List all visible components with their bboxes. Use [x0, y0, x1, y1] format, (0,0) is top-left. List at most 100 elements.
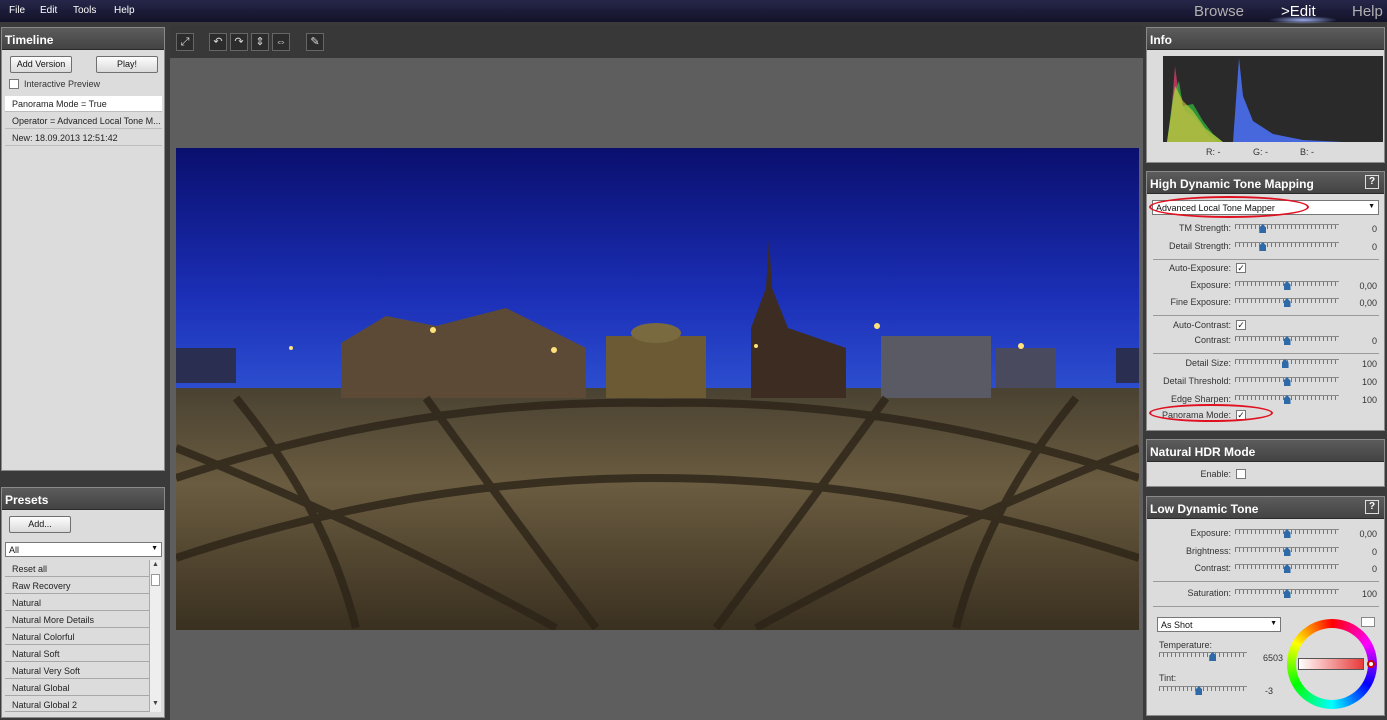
color-wheel-indicator — [1298, 658, 1364, 670]
scroll-up-icon[interactable]: ▲ — [151, 561, 160, 572]
detail-strength-label: Detail Strength: — [1168, 241, 1231, 251]
menu-bar: File Edit Tools Help Browse >Edit Help — [0, 0, 1387, 24]
auto-contrast-label: Auto-Contrast: — [1172, 320, 1231, 330]
divider — [1153, 353, 1379, 354]
menu-tools[interactable]: Tools — [73, 5, 96, 16]
color-wheel-handle[interactable] — [1367, 660, 1375, 668]
preset-filter-value: All — [9, 545, 20, 555]
ldt-contrast-slider[interactable] — [1235, 563, 1339, 573]
rotate-right-icon[interactable]: ↷ — [230, 33, 248, 51]
white-swatch[interactable] — [1361, 617, 1375, 627]
preset-item[interactable]: Natural — [5, 594, 149, 611]
natural-hdr-enable-checkbox[interactable] — [1236, 469, 1246, 479]
detail-strength-slider[interactable] — [1235, 241, 1339, 251]
detail-threshold-value: 100 — [1361, 377, 1377, 387]
chevron-down-icon: ▼ — [1368, 203, 1375, 210]
white-balance-select[interactable]: As Shot ▼ — [1157, 617, 1281, 632]
timeline-entry[interactable]: Operator = Advanced Local Tone M... — [5, 113, 162, 129]
ldt-title: Low Dynamic Tone ? — [1147, 497, 1384, 519]
auto-exposure-label: Auto-Exposure: — [1168, 263, 1231, 273]
timeline-panel: Timeline Add Version Play! Interactive P… — [1, 27, 165, 471]
tm-strength-value: 0 — [1371, 224, 1377, 234]
ldt-exposure-slider[interactable] — [1235, 528, 1339, 538]
presets-title: Presets — [2, 488, 164, 510]
auto-exposure-checkbox[interactable]: ✓ — [1236, 263, 1246, 273]
blue-channel-readout: B: - — [1300, 147, 1315, 157]
timeline-title: Timeline — [2, 28, 164, 50]
contrast-slider[interactable] — [1235, 335, 1339, 345]
exposure-slider[interactable] — [1235, 280, 1339, 290]
preset-item[interactable]: Natural Soft — [5, 645, 149, 662]
edge-sharpen-slider[interactable] — [1235, 394, 1339, 404]
preset-item[interactable]: Natural Global 2 — [5, 696, 149, 712]
hdtm-panel: High Dynamic Tone Mapping ? Advanced Loc… — [1146, 171, 1385, 431]
natural-hdr-title: Natural HDR Mode — [1147, 440, 1384, 462]
detail-threshold-slider[interactable] — [1235, 376, 1339, 386]
edge-sharpen-value: 100 — [1361, 395, 1377, 405]
interactive-preview-checkbox[interactable] — [9, 79, 19, 89]
fine-exposure-slider[interactable] — [1235, 297, 1339, 307]
tint-value: -3 — [1264, 686, 1273, 696]
preset-item[interactable]: Raw Recovery — [5, 577, 149, 594]
saturation-label: Saturation: — [1187, 588, 1231, 598]
histogram — [1163, 56, 1383, 142]
eyedropper-icon[interactable]: ✎ — [306, 33, 324, 51]
preset-filter-select[interactable]: All ▼ — [5, 542, 162, 557]
preset-item[interactable]: Natural Colorful — [5, 628, 149, 645]
tm-strength-slider[interactable] — [1235, 223, 1339, 233]
auto-contrast-checkbox[interactable]: ✓ — [1236, 320, 1246, 330]
add-version-button[interactable]: Add Version — [10, 56, 72, 73]
help-icon[interactable]: ? — [1365, 500, 1379, 514]
exposure-label: Exposure: — [1190, 280, 1231, 290]
ldt-exposure-value: 0,00 — [1359, 529, 1377, 539]
temperature-label: Temperature: — [1159, 640, 1213, 650]
preset-item[interactable]: Natural Very Soft — [5, 662, 149, 679]
menu-edit[interactable]: Edit — [40, 5, 57, 16]
mode-browse[interactable]: Browse — [1194, 3, 1244, 20]
flip-vertical-icon[interactable]: ⇕ — [251, 33, 269, 51]
edge-sharpen-label: Edge Sharpen: — [1170, 394, 1231, 404]
tint-slider[interactable] — [1159, 685, 1247, 695]
preset-item[interactable]: Natural Global — [5, 679, 149, 696]
detail-size-slider[interactable] — [1235, 358, 1339, 368]
flip-horizontal-icon[interactable]: ⇔ — [272, 33, 290, 51]
menu-help[interactable]: Help — [114, 5, 135, 16]
ldt-contrast-value: 0 — [1371, 564, 1377, 574]
preset-item[interactable]: Natural More Details — [5, 611, 149, 628]
play-button[interactable]: Play! — [96, 56, 158, 73]
divider — [1153, 259, 1379, 260]
ldt-exposure-label: Exposure: — [1190, 528, 1231, 538]
temperature-value: 6503 — [1262, 653, 1283, 663]
preset-item[interactable]: Reset all — [5, 560, 149, 577]
temperature-slider[interactable] — [1159, 651, 1247, 661]
mode-help[interactable]: Help — [1352, 3, 1383, 20]
presets-panel: Presets Add... All ▼ Reset all Raw Recov… — [1, 487, 165, 718]
exposure-value: 0,00 — [1359, 281, 1377, 291]
green-channel-readout: G: - — [1253, 147, 1268, 157]
fit-view-icon[interactable]: ⤢ — [176, 33, 194, 51]
color-wheel[interactable] — [1287, 619, 1377, 709]
saturation-slider[interactable] — [1235, 588, 1339, 598]
add-preset-button[interactable]: Add... — [9, 516, 71, 533]
preset-list-scrollbar[interactable]: ▲ ▼ — [149, 560, 161, 712]
help-icon[interactable]: ? — [1365, 175, 1379, 189]
divider — [1153, 606, 1379, 607]
scrollbar-thumb[interactable] — [151, 574, 160, 586]
timeline-entry[interactable]: New: 18.09.2013 12:51:42 — [5, 130, 162, 146]
brightness-label: Brightness: — [1185, 546, 1231, 556]
panorama-image[interactable] — [176, 148, 1139, 630]
detail-threshold-label: Detail Threshold: — [1163, 376, 1231, 386]
menu-file[interactable]: File — [9, 5, 25, 16]
brightness-slider[interactable] — [1235, 546, 1339, 556]
white-balance-value: As Shot — [1161, 620, 1193, 630]
mode-edit[interactable]: >Edit — [1281, 3, 1316, 20]
red-channel-readout: R: - — [1206, 147, 1221, 157]
hdtm-title: High Dynamic Tone Mapping ? — [1147, 172, 1384, 194]
saturation-value: 100 — [1361, 589, 1377, 599]
tint-label: Tint: — [1159, 673, 1177, 683]
tm-strength-label: TM Strength: — [1178, 223, 1231, 233]
timeline-entry[interactable]: Panorama Mode = True — [5, 96, 162, 112]
ldt-panel: Low Dynamic Tone ? Exposure: 0,00 Bright… — [1146, 496, 1385, 716]
scroll-down-icon[interactable]: ▼ — [151, 700, 160, 711]
rotate-left-icon[interactable]: ↶ — [209, 33, 227, 51]
